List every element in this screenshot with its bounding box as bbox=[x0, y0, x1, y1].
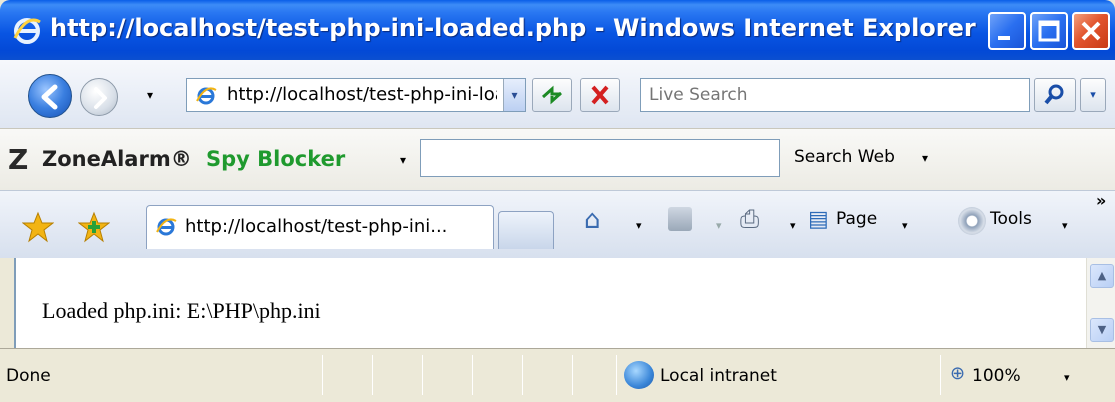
tab-label: http://localhost/test-php-ini... bbox=[185, 216, 448, 237]
close-icon bbox=[1081, 21, 1101, 41]
maximize-icon bbox=[1038, 20, 1060, 42]
status-text: Done bbox=[6, 366, 51, 386]
back-button[interactable] bbox=[28, 74, 72, 118]
tabs-command-bar: http://localhost/test-php-ini... ⌂ ▾ ▾ ⎙… bbox=[0, 190, 1115, 258]
search-web-button[interactable]: Search Web bbox=[794, 147, 895, 167]
maximize-button[interactable] bbox=[1030, 12, 1068, 50]
stop-button[interactable] bbox=[580, 78, 620, 112]
forward-arrow-icon bbox=[94, 87, 107, 109]
address-field[interactable]: http://localhost/test-php-ini-loaded.php… bbox=[186, 78, 526, 112]
magnifier-icon bbox=[1044, 84, 1064, 105]
feeds-dropdown[interactable]: ▾ bbox=[716, 219, 722, 232]
zonealarm-menu-dropdown[interactable]: ▾ bbox=[400, 153, 406, 167]
close-button[interactable] bbox=[1072, 12, 1110, 50]
favorites-star-icon[interactable] bbox=[22, 211, 54, 243]
zonealarm-toolbar: Z ZoneAlarm® Spy Blocker ▾ Search Web ▾ bbox=[0, 128, 1115, 190]
back-arrow-icon bbox=[41, 84, 58, 110]
live-search-input[interactable] bbox=[641, 79, 1029, 111]
local-intranet-icon bbox=[624, 361, 654, 389]
loaded-ini-text: Loaded php.ini: E:\PHP\php.ini bbox=[42, 298, 321, 323]
status-divider bbox=[940, 355, 941, 395]
page-ie-icon bbox=[196, 87, 217, 105]
scroll-down-button[interactable]: ▼ bbox=[1090, 318, 1114, 342]
status-divider bbox=[322, 355, 323, 395]
vertical-scrollbar[interactable]: ▲ ▼ bbox=[1086, 258, 1115, 348]
internet-explorer-icon bbox=[13, 18, 41, 44]
live-search-field[interactable] bbox=[640, 78, 1030, 112]
home-icon[interactable]: ⌂ bbox=[584, 205, 601, 235]
zonealarm-search-input[interactable] bbox=[420, 139, 780, 177]
feeds-icon[interactable] bbox=[668, 207, 692, 231]
refresh-icon bbox=[542, 85, 562, 105]
status-divider bbox=[616, 355, 617, 395]
tools-menu-button[interactable]: Tools bbox=[990, 209, 1032, 229]
zoom-dropdown[interactable]: ▾ bbox=[1064, 371, 1070, 384]
title-bar[interactable]: http://localhost/test-php-ini-loaded.php… bbox=[0, 0, 1115, 60]
page-content: Loaded php.ini: E:\PHP\php.ini bbox=[14, 258, 1086, 348]
gear-icon bbox=[958, 207, 986, 235]
search-options-dropdown[interactable]: ▾ bbox=[1080, 78, 1106, 112]
search-button[interactable] bbox=[1034, 78, 1076, 112]
add-favorites-icon[interactable] bbox=[78, 211, 110, 243]
address-dropdown[interactable]: ▾ bbox=[503, 79, 525, 111]
tab-ie-icon bbox=[156, 218, 177, 236]
security-zone-text[interactable]: Local intranet bbox=[660, 366, 777, 386]
forward-button[interactable] bbox=[80, 78, 118, 116]
tab-active[interactable]: http://localhost/test-php-ini... bbox=[146, 205, 494, 249]
new-tab-button[interactable] bbox=[498, 211, 554, 249]
stop-icon bbox=[591, 85, 609, 105]
address-toolbar: ▾ http://localhost/test-php-ini-loaded.p… bbox=[0, 60, 1115, 128]
search-web-dropdown[interactable]: ▾ bbox=[922, 151, 928, 165]
page-dropdown[interactable]: ▾ bbox=[902, 219, 908, 232]
print-dropdown[interactable]: ▾ bbox=[790, 219, 796, 232]
status-divider bbox=[422, 355, 423, 395]
print-icon[interactable]: ⎙ bbox=[740, 205, 759, 233]
more-commands-button[interactable]: » bbox=[1096, 191, 1106, 210]
page-icon: ▤ bbox=[808, 207, 829, 232]
refresh-button[interactable] bbox=[532, 78, 572, 112]
page-menu-button[interactable]: Page bbox=[836, 209, 877, 229]
minimize-icon bbox=[998, 36, 1010, 40]
zoom-icon: ⊕ bbox=[950, 363, 966, 384]
address-url: http://localhost/test-php-ini-loaded.php bbox=[227, 84, 497, 105]
zonealarm-brand: ZoneAlarm® bbox=[42, 147, 192, 171]
window-title: http://localhost/test-php-ini-loaded.php… bbox=[50, 14, 976, 42]
status-bar: Done Local intranet ⊕ 100% ▾ bbox=[0, 348, 1115, 402]
tools-dropdown[interactable]: ▾ bbox=[1062, 219, 1068, 232]
status-divider bbox=[572, 355, 573, 395]
spy-blocker-label: Spy Blocker bbox=[206, 147, 346, 171]
status-divider bbox=[472, 355, 473, 395]
scroll-up-button[interactable]: ▲ bbox=[1090, 264, 1114, 288]
home-dropdown[interactable]: ▾ bbox=[636, 219, 642, 232]
status-divider bbox=[522, 355, 523, 395]
recent-pages-dropdown[interactable]: ▾ bbox=[142, 88, 158, 104]
status-divider bbox=[372, 355, 373, 395]
minimize-button[interactable] bbox=[988, 12, 1026, 50]
zonealarm-logo-icon: Z bbox=[8, 143, 29, 176]
zoom-level[interactable]: 100% bbox=[972, 366, 1021, 386]
